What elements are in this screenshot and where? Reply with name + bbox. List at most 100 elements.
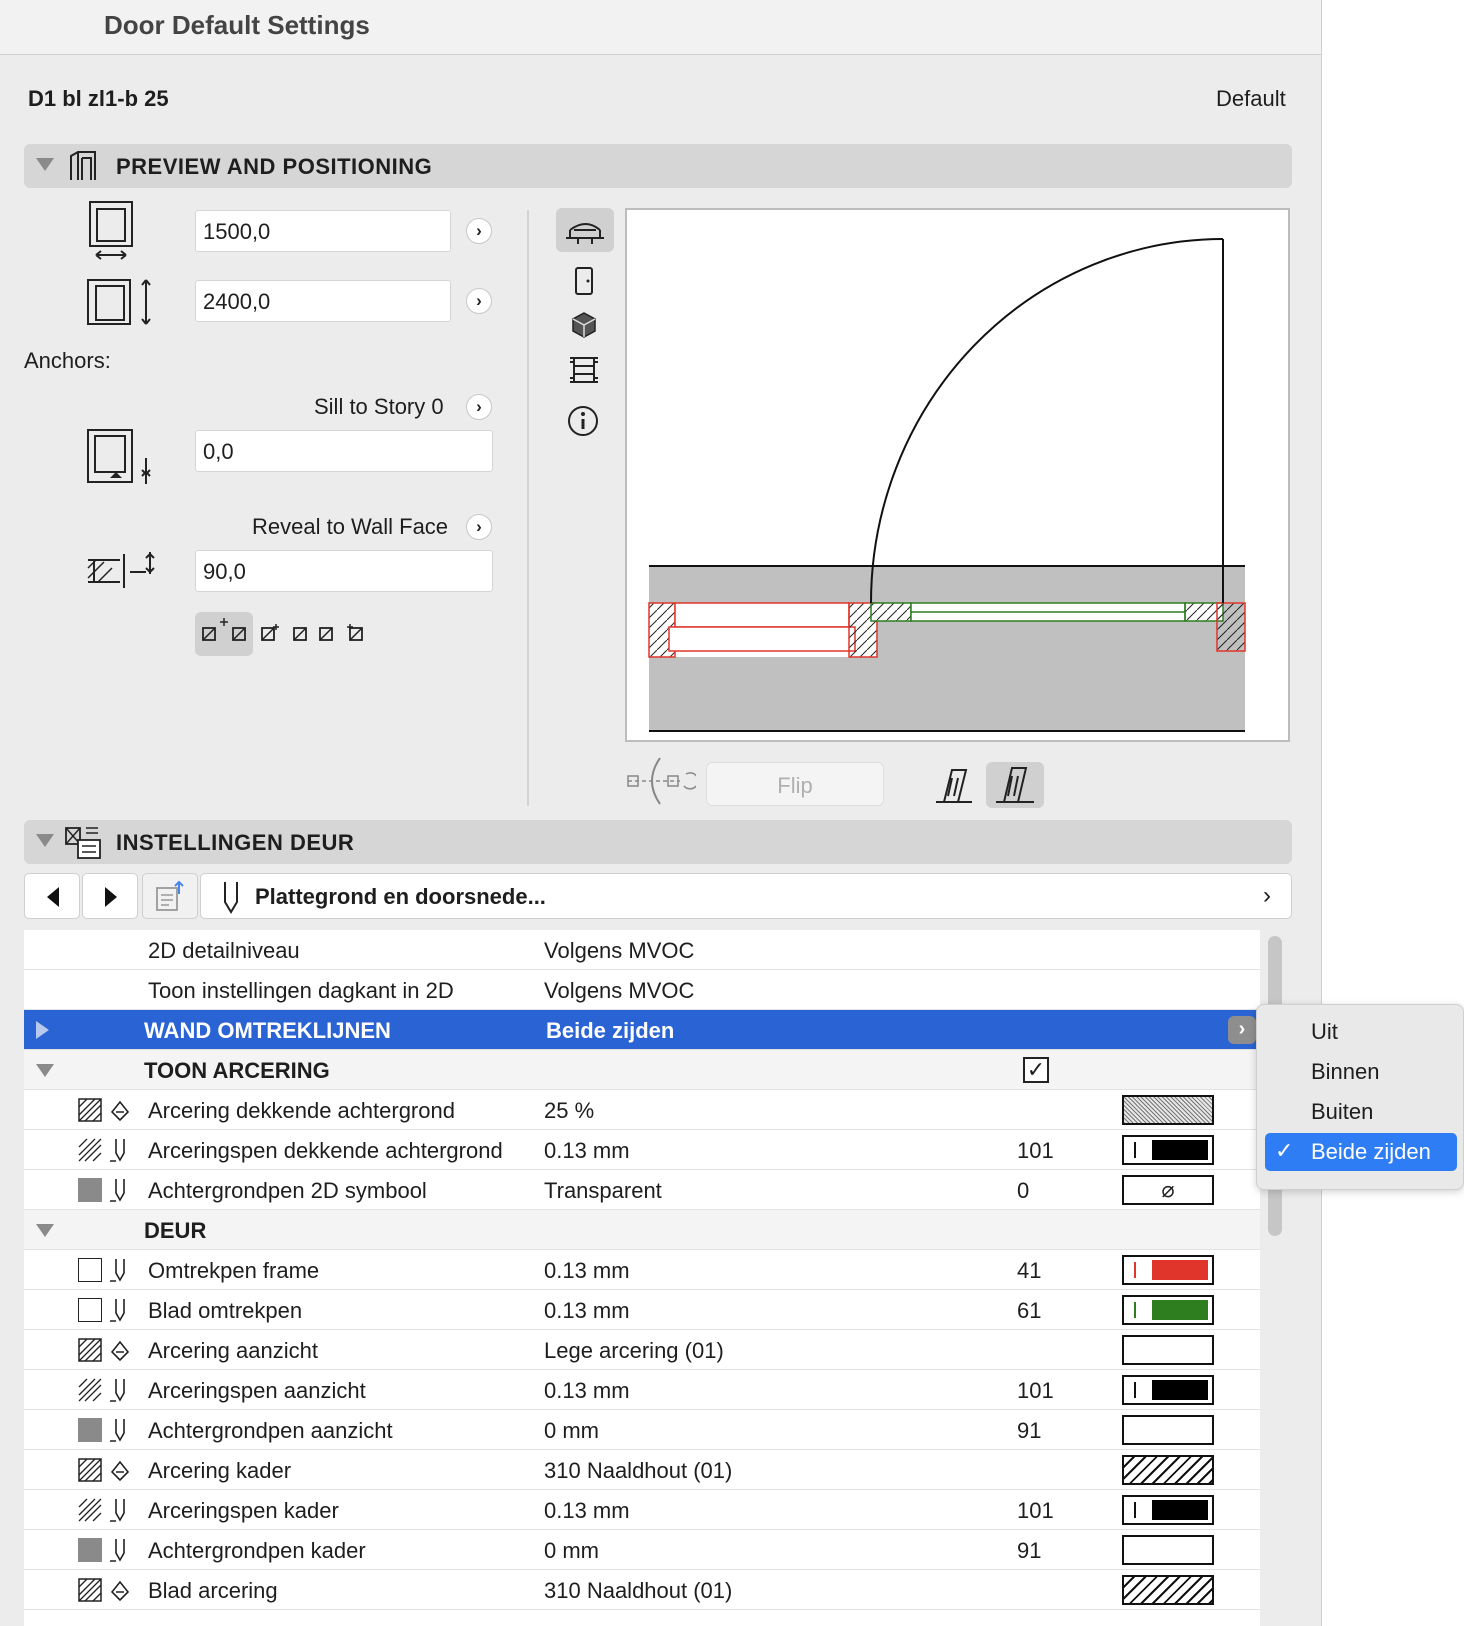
table-row[interactable]: Arceringspen aanzicht 0.13 mm 101 — [24, 1370, 1260, 1410]
table-row[interactable]: 2D detailniveau Volgens MVOC — [24, 930, 1260, 970]
table-row[interactable]: Blad arcering 310 Naaldhout (01) — [24, 1570, 1260, 1610]
table-row[interactable]: Omtrekpen frame 0.13 mm 41 — [24, 1250, 1260, 1290]
table-row[interactable]: Toon instellingen dagkant in 2D Volgens … — [24, 970, 1260, 1010]
pen-swatch[interactable] — [1122, 1375, 1214, 1405]
pen-number[interactable]: 91 — [1017, 1538, 1041, 1564]
menu-item-uit[interactable]: Uit — [1265, 1013, 1457, 1051]
pen-swatch[interactable] — [1122, 1495, 1214, 1525]
height-options-button[interactable]: › — [466, 288, 492, 314]
menu-item-buiten[interactable]: Buiten — [1265, 1093, 1457, 1131]
row-value[interactable]: Lege arcering (01) — [544, 1338, 724, 1364]
row-value[interactable]: Transparent — [544, 1178, 662, 1204]
height-input[interactable]: 2400,0 — [195, 280, 451, 322]
pen-number[interactable]: 101 — [1017, 1498, 1054, 1524]
favorite-label[interactable]: Default — [1216, 86, 1286, 112]
dropdown-chevron-button[interactable]: › — [1228, 1016, 1256, 1044]
pen-swatch-green[interactable] — [1122, 1295, 1214, 1325]
collapse-triangle-icon[interactable] — [36, 1224, 54, 1237]
row-value[interactable]: 0.13 mm — [544, 1138, 630, 1164]
group-row[interactable]: TOON ARCERING ✓ — [24, 1050, 1260, 1090]
table-row[interactable]: Achtergrondpen 2D symbool Transparent 0 … — [24, 1170, 1260, 1210]
table-row[interactable]: Achtergrondpen kader 0 mm 91 — [24, 1530, 1260, 1570]
table-row[interactable]: Arceringspen dekkende achtergrond 0.13 m… — [24, 1130, 1260, 1170]
checkmark-icon: ✓ — [1275, 1138, 1294, 1163]
background-pen-icon — [78, 1178, 102, 1202]
pen-swatch-white[interactable] — [1122, 1535, 1214, 1565]
width-input[interactable]: 1500,0 — [195, 210, 451, 252]
sill-options-button[interactable]: › — [466, 394, 492, 420]
row-value[interactable]: 0 mm — [544, 1538, 599, 1564]
collapse-triangle-icon[interactable] — [36, 158, 54, 171]
row-value[interactable]: 25 % — [544, 1098, 594, 1124]
previous-page-button[interactable] — [24, 873, 80, 919]
table-row[interactable]: Arcering kader 310 Naaldhout (01) — [24, 1450, 1260, 1490]
row-name: Omtrekpen frame — [148, 1258, 320, 1283]
wood-hatch-swatch[interactable] — [1122, 1455, 1214, 1485]
fill-hatch-icon — [78, 1098, 102, 1122]
elevation-view-icon[interactable] — [566, 354, 602, 386]
table-row[interactable]: Blad omtrekpen 0.13 mm 61 — [24, 1290, 1260, 1330]
fill-bucket-icon — [110, 1100, 130, 1122]
table-row[interactable]: Achtergrondpen aanzicht 0 mm 91 — [24, 1410, 1260, 1450]
sill-input[interactable]: 0,0 — [195, 430, 493, 472]
table-row[interactable]: Arceringspen kader 0.13 mm 101 — [24, 1490, 1260, 1530]
collapse-triangle-icon[interactable] — [36, 834, 54, 847]
row-value[interactable]: 0.13 mm — [544, 1498, 630, 1524]
row-value[interactable]: 310 Naaldhout (01) — [544, 1458, 732, 1484]
transparent-swatch[interactable]: ⌀ — [1122, 1175, 1214, 1205]
settings-section-header[interactable]: INSTELLINGEN DEUR — [24, 820, 1292, 864]
fill-swatch[interactable] — [1122, 1095, 1214, 1125]
info-icon[interactable] — [566, 404, 600, 438]
preview-section-header[interactable]: PREVIEW AND POSITIONING — [24, 144, 1292, 188]
opening-side-right-button[interactable] — [986, 762, 1044, 808]
wood-hatch-swatch[interactable] — [1122, 1575, 1214, 1605]
sill-label[interactable]: Sill to Story 0 — [314, 394, 444, 420]
pen-swatch-white[interactable] — [1122, 1415, 1214, 1445]
floor-plan-view-button[interactable] — [556, 208, 614, 252]
arrow-right-icon — [105, 887, 117, 907]
next-page-button[interactable] — [82, 873, 138, 919]
show-hatch-checkbox[interactable]: ✓ — [1023, 1057, 1049, 1083]
menu-item-beide-zijden[interactable]: ✓ Beide zijden — [1265, 1133, 1457, 1171]
row-value[interactable]: 310 Naaldhout (01) — [544, 1578, 732, 1604]
row-value[interactable]: 0.13 mm — [544, 1378, 630, 1404]
reveal-label[interactable]: Reveal to Wall Face — [252, 514, 448, 540]
pen-number[interactable]: 61 — [1017, 1298, 1041, 1324]
collapse-triangle-icon[interactable] — [36, 1064, 54, 1077]
pen-swatch-red[interactable] — [1122, 1255, 1214, 1285]
row-value[interactable]: 0 mm — [544, 1418, 599, 1444]
row-value[interactable]: Beide zijden — [546, 1018, 674, 1044]
pen-number[interactable]: 101 — [1017, 1378, 1054, 1404]
pen-number[interactable]: 41 — [1017, 1258, 1041, 1284]
flip-button[interactable]: Flip — [706, 762, 884, 806]
page-settings-button[interactable] — [142, 873, 198, 919]
expand-triangle-icon[interactable] — [36, 1021, 49, 1039]
row-value[interactable]: Volgens MVOC — [544, 938, 694, 964]
opening-side-left-icon[interactable] — [932, 766, 976, 806]
table-row[interactable]: Arcering dekkende achtergrond 25 % — [24, 1090, 1260, 1130]
pen-number[interactable]: 101 — [1017, 1138, 1054, 1164]
section-view-icon[interactable] — [572, 266, 596, 296]
menu-item-binnen[interactable]: Binnen — [1265, 1053, 1457, 1091]
width-options-button[interactable]: › — [466, 218, 492, 244]
row-value[interactable]: Volgens MVOC — [544, 978, 694, 1004]
table-row[interactable]: Arcering aanzicht Lege arcering (01) — [24, 1330, 1260, 1370]
pen-swatch[interactable] — [1122, 1135, 1214, 1165]
anchor-options-icons[interactable] — [260, 620, 372, 648]
door-settings-icon — [65, 827, 101, 859]
reveal-input[interactable]: 90,0 — [195, 550, 493, 592]
3d-view-icon[interactable] — [570, 310, 598, 340]
page-selector[interactable]: Plattegrond en doorsnede... › — [200, 873, 1292, 919]
pen-number[interactable]: 91 — [1017, 1418, 1041, 1444]
fill-swatch[interactable] — [1122, 1335, 1214, 1365]
reveal-options-button[interactable]: › — [466, 514, 492, 540]
row-value[interactable]: 0.13 mm — [544, 1258, 630, 1284]
row-value[interactable]: 0.13 mm — [544, 1298, 630, 1324]
table-row-selected[interactable]: WAND OMTREKLIJNEN Beide zijden › — [24, 1010, 1260, 1050]
pen-number[interactable]: 0 — [1017, 1178, 1029, 1204]
mirror-door-icon[interactable] — [624, 754, 696, 808]
group-row[interactable]: DEUR — [24, 1210, 1260, 1250]
door-tool-icon — [70, 151, 96, 180]
anchor-both-faces-button[interactable] — [195, 612, 253, 656]
background-pen-icon — [78, 1418, 102, 1442]
